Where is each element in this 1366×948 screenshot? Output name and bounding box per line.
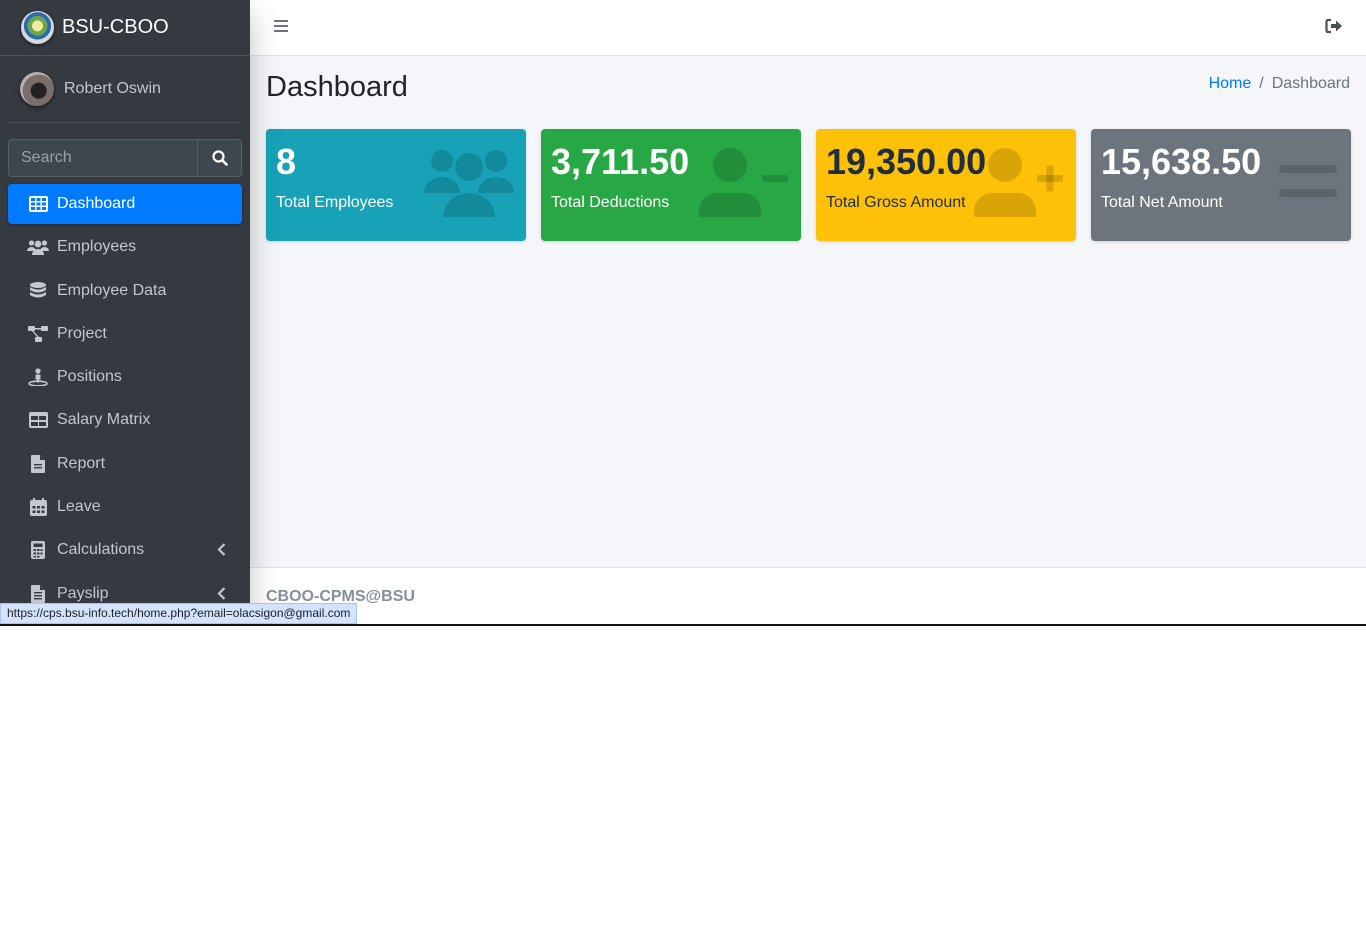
- stat-label: Total Net Amount: [1101, 194, 1223, 211]
- stat-card-total-deductions: 3,711.50 Total Deductions: [541, 129, 801, 241]
- calculator-icon: [27, 540, 49, 560]
- sidebar-item-leave[interactable]: Leave: [8, 487, 242, 527]
- status-bar-url: https://cps.bsu-info.tech/home.php?email…: [0, 603, 358, 624]
- stat-card-total-net-amount: 15,638.50 Total Net Amount: [1091, 129, 1351, 241]
- brand-link[interactable]: BSU-CBOO: [0, 0, 250, 56]
- stat-label: Total Employees: [276, 194, 394, 211]
- breadcrumb-current: Dashboard: [1271, 75, 1350, 92]
- calendar-icon: [27, 497, 49, 517]
- breadcrumb-home-link[interactable]: Home: [1209, 75, 1252, 93]
- sign-out-icon: [1325, 18, 1342, 34]
- stat-value: 8: [276, 141, 297, 182]
- menu-toggle-button[interactable]: [273, 18, 291, 36]
- stat-label: Total Deductions: [551, 194, 670, 211]
- person-position-icon: [27, 367, 49, 387]
- sidebar: BSU-CBOO Robert Oswin Dashboard: [0, 0, 250, 624]
- page-title: Dashboard: [266, 71, 408, 103]
- search-button[interactable]: [197, 139, 242, 177]
- table-icon: [27, 194, 49, 214]
- brand-text: BSU-CBOO: [62, 16, 169, 38]
- equals-icon: [1279, 165, 1337, 197]
- sidebar-item-employees[interactable]: Employees: [8, 227, 242, 267]
- sidebar-search: [8, 139, 242, 177]
- sidebar-item-label: Payslip: [57, 584, 109, 602]
- sidebar-item-positions[interactable]: Positions: [8, 357, 242, 397]
- search-input[interactable]: [8, 139, 197, 177]
- stat-value: 19,350.00: [826, 141, 987, 182]
- sidebar-item-calculations[interactable]: Calculations: [8, 530, 242, 570]
- sidebar-item-project[interactable]: Project: [8, 314, 242, 354]
- users-icon: [27, 237, 49, 257]
- sidebar-item-employee-data[interactable]: Employee Data: [8, 271, 242, 311]
- brand-logo: [21, 11, 54, 44]
- logout-button[interactable]: [1325, 18, 1343, 39]
- hamburger-icon: [274, 20, 288, 32]
- sidebar-item-label: Employee Data: [57, 281, 167, 299]
- grid-table-icon: [27, 410, 49, 430]
- sidebar-item-label: Report: [57, 454, 106, 472]
- sidebar-item-dashboard[interactable]: Dashboard: [8, 184, 242, 224]
- stat-card-total-employees: 8 Total Employees: [266, 129, 526, 241]
- users-icon: [424, 150, 514, 217]
- breadcrumb: Home / Dashboard: [1209, 75, 1350, 93]
- stat-value: 15,638.50: [1101, 141, 1262, 182]
- avatar: [20, 72, 54, 106]
- sidebar-item-label: Positions: [57, 368, 122, 386]
- sidebar-item-label: Dashboard: [57, 195, 136, 212]
- chevron-left-icon: [217, 586, 226, 600]
- user-panel[interactable]: Robert Oswin: [8, 56, 242, 123]
- database-icon: [27, 281, 49, 301]
- sidebar-item-label: Employees: [57, 238, 137, 256]
- breadcrumb-separator: /: [1259, 75, 1264, 92]
- sidebar-item-label: Project: [57, 324, 107, 342]
- user-plus-icon: [974, 148, 1063, 217]
- file-invoice-icon: [27, 584, 49, 604]
- stat-label: Total Gross Amount: [826, 194, 966, 211]
- stat-value: 3,711.50: [551, 141, 690, 182]
- user-minus-icon: [699, 148, 788, 217]
- user-name: Robert Oswin: [64, 80, 161, 97]
- top-navbar: [250, 0, 1366, 56]
- sidebar-item-label: Leave: [57, 498, 101, 516]
- main-content: Dashboard Home / Dashboard 8 Total Emplo…: [250, 56, 1366, 567]
- app-window: BSU-CBOO Robert Oswin Dashboard: [0, 0, 1366, 626]
- chevron-left-icon: [217, 543, 226, 557]
- sidebar-item-label: Salary Matrix: [57, 411, 151, 429]
- search-icon: [211, 150, 228, 166]
- sidebar-item-report[interactable]: Report: [8, 444, 242, 484]
- stat-card-total-gross-amount: 19,350.00 Total Gross Amount: [816, 129, 1076, 241]
- sidebar-item-salary-matrix[interactable]: Salary Matrix: [8, 400, 242, 440]
- footer: CBOO-CPMS@BSU: [250, 567, 1366, 624]
- file-icon: [27, 454, 49, 474]
- sidebar-item-label: Calculations: [57, 541, 145, 559]
- project-diagram-icon: [27, 324, 49, 344]
- sidebar-nav: Dashboard Employees Employee Data Projec…: [8, 184, 242, 617]
